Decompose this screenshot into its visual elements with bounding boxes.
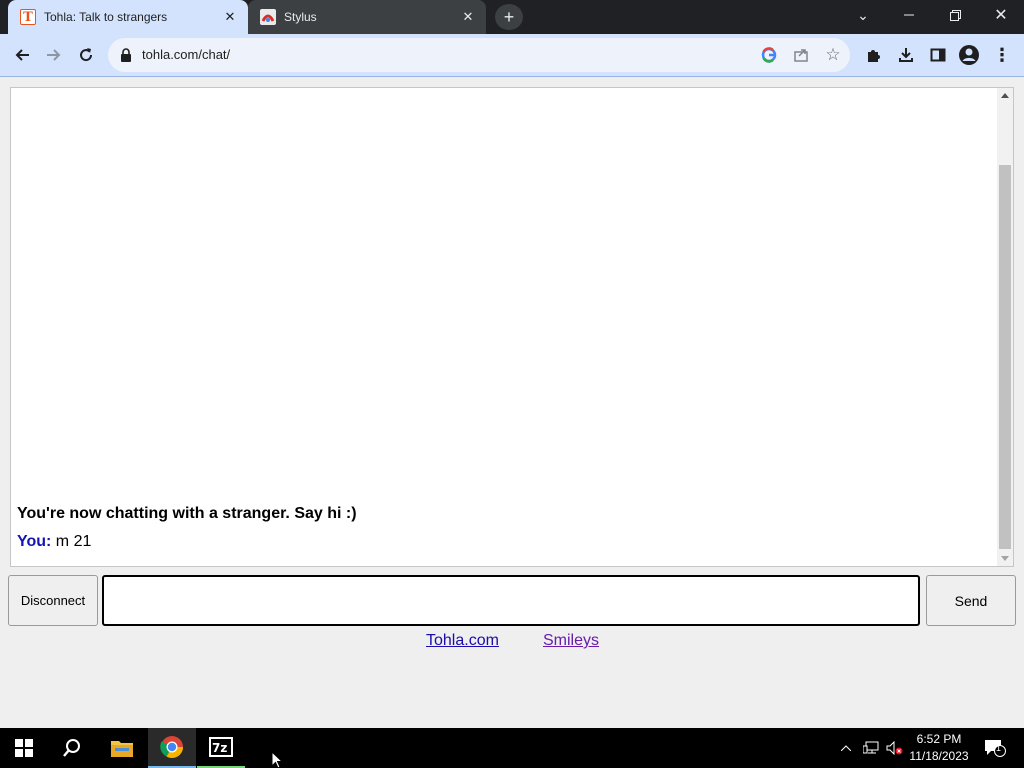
smileys-link[interactable]: Smileys — [543, 632, 599, 650]
chat-message: You: m 21 — [17, 533, 91, 551]
svg-text:7z: 7z — [212, 741, 227, 755]
bookmark-star-icon[interactable]: ☆ — [824, 45, 842, 64]
share-icon[interactable] — [792, 46, 810, 64]
scroll-down-arrow-icon[interactable] — [1001, 556, 1009, 561]
profile-avatar-icon[interactable] — [958, 44, 980, 66]
reload-icon[interactable] — [71, 40, 101, 70]
back-icon[interactable] — [7, 40, 37, 70]
minimize-icon[interactable] — [886, 0, 932, 30]
browser-toolbar: tohla.com/chat/ ☆ ⋮ — [0, 34, 1024, 77]
taskbar: 7z 6:52 PM 11/18/2023 1 — [0, 728, 1024, 768]
notification-count: 1 — [996, 743, 1002, 753]
clock-time: 6:52 PM — [916, 732, 962, 746]
restore-icon[interactable] — [932, 0, 978, 30]
taskbar-clock[interactable]: 6:52 PM 11/18/2023 — [906, 731, 972, 765]
forward-icon[interactable] — [39, 40, 69, 70]
scroll-up-arrow-icon[interactable] — [1001, 93, 1009, 98]
windows-start-icon[interactable] — [0, 728, 48, 768]
side-panel-icon[interactable] — [927, 44, 949, 66]
send-button[interactable]: Send — [926, 575, 1016, 626]
message-sender: You: — [17, 533, 52, 550]
disconnect-button[interactable]: Disconnect — [8, 575, 98, 626]
network-icon[interactable] — [861, 738, 881, 758]
tab-title: Stylus — [284, 10, 317, 24]
tab-strip: T Tohla: Talk to strangers ✕ Stylus ✕ + … — [0, 0, 1024, 34]
volume-muted-icon[interactable] — [885, 738, 905, 758]
notifications-icon[interactable]: 1 — [982, 738, 1008, 758]
chat-log[interactable]: You're now chatting with a stranger. Say… — [10, 87, 1014, 567]
tab-search-icon[interactable]: ⌄ — [840, 0, 886, 30]
7zip-icon[interactable]: 7z — [197, 728, 245, 768]
chrome-icon[interactable] — [148, 728, 196, 768]
chat-scrollbar[interactable] — [997, 88, 1013, 566]
tab-title: Tohla: Talk to strangers — [44, 10, 168, 24]
google-lens-icon[interactable] — [760, 46, 778, 64]
mouse-cursor-icon — [271, 751, 283, 768]
lock-icon[interactable] — [120, 47, 132, 63]
stylus-favicon-icon — [260, 9, 276, 25]
close-window-icon[interactable]: ✕ — [978, 0, 1024, 30]
tohla-favicon-icon: T — [20, 9, 36, 25]
close-tab-icon[interactable]: ✕ — [460, 9, 476, 25]
menu-kebab-icon[interactable]: ⋮ — [991, 44, 1013, 66]
tab-stylus[interactable]: Stylus ✕ — [248, 0, 486, 34]
message-input[interactable] — [102, 575, 920, 626]
file-explorer-icon[interactable] — [98, 728, 146, 768]
scrollbar-thumb[interactable] — [999, 165, 1011, 549]
downloads-icon[interactable] — [895, 44, 917, 66]
show-hidden-icons-icon[interactable] — [836, 738, 856, 758]
system-message: You're now chatting with a stranger. Say… — [17, 505, 357, 522]
search-icon[interactable] — [48, 728, 96, 768]
tab-tohla[interactable]: T Tohla: Talk to strangers ✕ — [8, 0, 248, 34]
message-text: m 21 — [51, 533, 92, 550]
extensions-puzzle-icon[interactable] — [863, 44, 885, 66]
url-text: tohla.com/chat/ — [142, 47, 231, 62]
clock-date: 11/18/2023 — [909, 749, 969, 763]
new-tab-button[interactable]: + — [495, 4, 523, 30]
address-bar[interactable]: tohla.com/chat/ ☆ — [108, 38, 850, 72]
tohla-link[interactable]: Tohla.com — [426, 632, 499, 650]
close-tab-icon[interactable]: ✕ — [222, 9, 238, 25]
